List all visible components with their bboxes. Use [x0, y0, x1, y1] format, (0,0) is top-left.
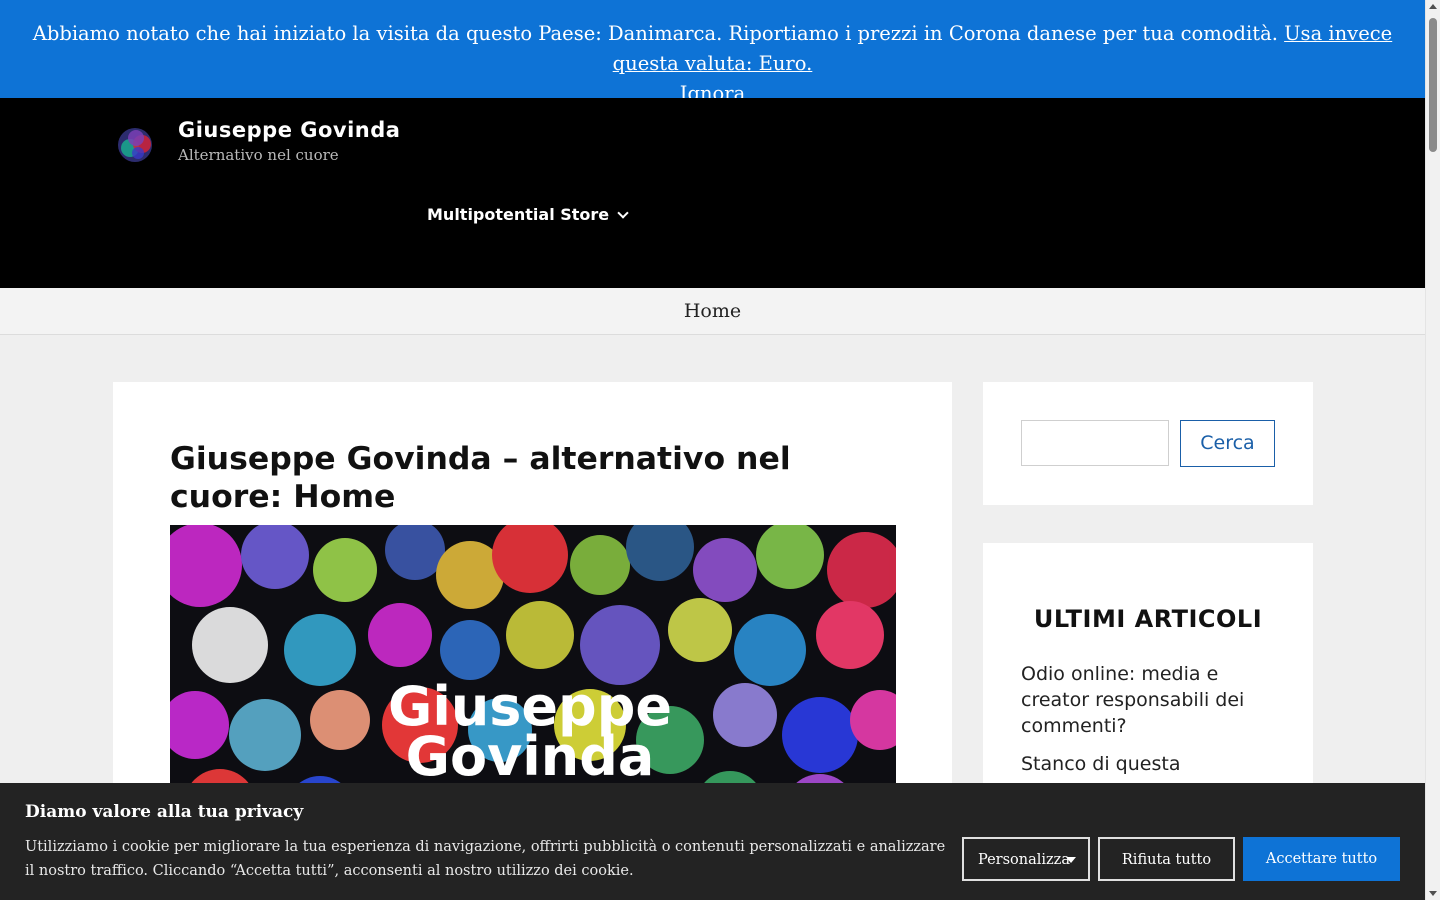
- site-logo[interactable]: [112, 122, 158, 168]
- search-input[interactable]: [1021, 420, 1169, 466]
- currency-notice-text: Abbiamo notato che hai iniziato la visit…: [32, 22, 1278, 45]
- accept-all-button[interactable]: Accettare tutto: [1243, 837, 1400, 881]
- recent-posts-title: ULTIMI ARTICOLI: [1033, 605, 1263, 633]
- breadcrumb-home-link[interactable]: Home: [684, 300, 741, 322]
- scrollbar-thumb[interactable]: [1429, 18, 1437, 152]
- recent-post-link[interactable]: Stanco di questa: [1021, 751, 1281, 777]
- search-widget: Cerca: [983, 382, 1313, 505]
- page-title: Giuseppe Govinda – alternativo nel cuore…: [170, 441, 791, 515]
- customize-cookies-button[interactable]: Personalizza: [962, 837, 1090, 881]
- nav-item-label: Multipotential Store: [427, 205, 610, 224]
- scroll-down-icon[interactable]: [1429, 891, 1437, 896]
- customize-cookies-label: Personalizza: [978, 852, 1070, 868]
- featured-image-artwork: Giuseppe Govinda: [170, 525, 896, 825]
- cookie-banner: Diamo valore alla tua privacy Utilizziam…: [0, 783, 1425, 900]
- cookie-banner-title: Diamo valore alla tua privacy: [25, 802, 304, 822]
- breadcrumb: Home: [0, 288, 1425, 335]
- scroll-up-icon[interactable]: [1429, 4, 1437, 9]
- featured-image: Giuseppe Govinda: [170, 525, 896, 825]
- page: Abbiamo notato che hai iniziato la visit…: [0, 0, 1425, 900]
- reject-all-button[interactable]: Rifiuta tutto: [1098, 837, 1235, 881]
- recent-posts-list: Odio online: media e creator responsabil…: [1021, 661, 1281, 789]
- caret-down-icon: [1066, 857, 1076, 863]
- nav-item-multipotential-store[interactable]: Multipotential Store: [427, 205, 629, 224]
- site-title[interactable]: Giuseppe Govinda: [178, 118, 400, 142]
- cookie-banner-text: Utilizziamo i cookie per migliorare la t…: [25, 839, 946, 879]
- currency-notice-bar: Abbiamo notato che hai iniziato la visit…: [0, 0, 1425, 105]
- recent-post-link[interactable]: Odio online: media e creator responsabil…: [1021, 661, 1281, 739]
- chevron-down-icon: [617, 206, 629, 219]
- site-tagline: Alternativo nel cuore: [178, 146, 339, 164]
- featured-image-text-line2: Govinda: [406, 725, 655, 788]
- page-scrollbar[interactable]: [1425, 0, 1440, 900]
- search-button[interactable]: Cerca: [1180, 420, 1275, 467]
